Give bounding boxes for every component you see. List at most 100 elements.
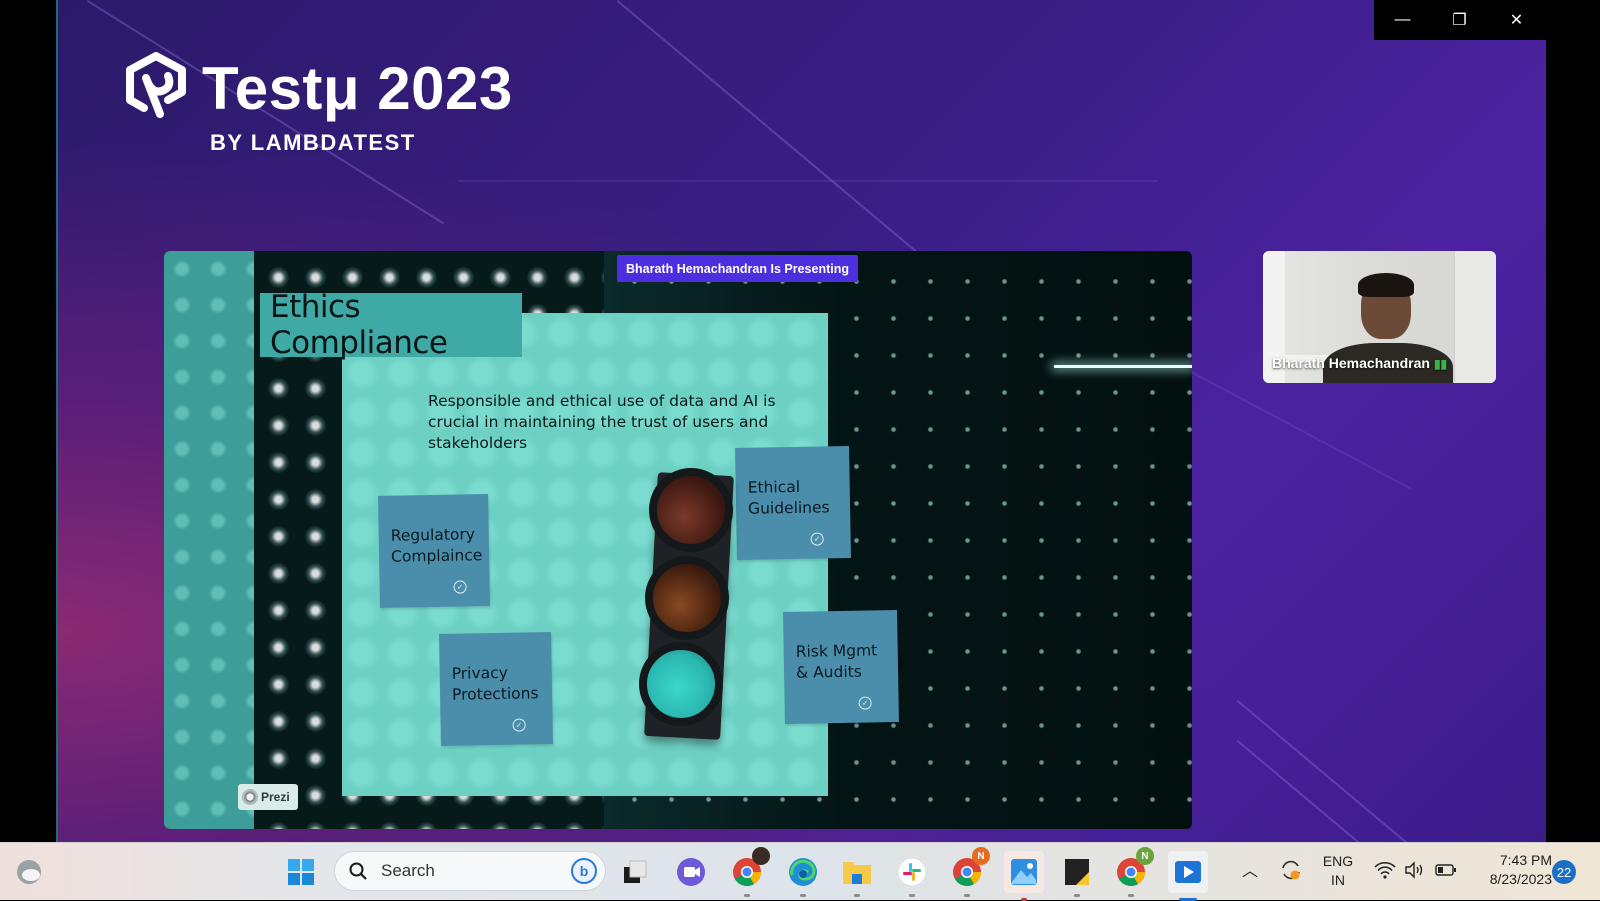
note-label: Ethical Guidelines	[747, 477, 830, 518]
sync-tray-button[interactable]	[1278, 857, 1304, 883]
taskbar-app-slack[interactable]	[895, 855, 929, 897]
taskbar-app-chrome-3[interactable]: N	[1114, 847, 1154, 897]
prezi-label: Prezi	[261, 790, 290, 804]
slide-subtitle: Responsible and ethical use of data and …	[428, 392, 776, 452]
slide-title: Ethics Compliance	[270, 289, 448, 361]
taskbar-app-chrome-1[interactable]	[730, 847, 770, 897]
restore-button[interactable]: ❐	[1431, 0, 1488, 40]
language-indicator[interactable]: ENG IN	[1318, 852, 1358, 890]
show-hidden-icons-button[interactable]: ︿	[1240, 859, 1260, 880]
taskbar-app-media-player[interactable]	[1168, 851, 1208, 901]
note-regulatory-compliance[interactable]: Regulatory Complaince ✓	[378, 494, 490, 608]
start-button[interactable]	[284, 855, 318, 889]
taskbar-app-meet[interactable]	[674, 855, 708, 889]
weather-widget[interactable]	[12, 855, 46, 889]
volume-button[interactable]	[1404, 859, 1426, 881]
running-indicator	[800, 894, 806, 897]
prezi-watermark[interactable]: Prezi	[238, 784, 298, 810]
language-secondary: IN	[1331, 872, 1345, 888]
volume-icon	[1405, 861, 1423, 879]
event-subtitle: BY LAMBDATEST	[210, 130, 416, 155]
traffic-lamp-green	[639, 642, 723, 726]
check-circle-icon: ✓	[453, 580, 467, 594]
participant-name-label: Bharath Hemachandran ▮▮	[1272, 355, 1447, 371]
photos-icon	[1011, 859, 1037, 885]
edge-icon	[789, 858, 817, 886]
meet-icon	[677, 858, 705, 886]
note-privacy-protections[interactable]: Privacy Protections ✓	[439, 632, 553, 746]
search-icon	[349, 862, 367, 880]
task-view-button[interactable]	[618, 855, 652, 889]
close-icon: ✕	[1509, 12, 1524, 29]
running-indicator	[964, 894, 970, 897]
event-title: Testμ 2023	[202, 55, 513, 122]
profile-avatar-badge	[752, 847, 770, 865]
background-decoration-line	[458, 180, 1158, 182]
mic-on-icon: ▮▮	[1433, 357, 1448, 371]
search-placeholder: Search	[381, 861, 435, 880]
background-decoration-line	[1236, 740, 1392, 842]
close-button[interactable]: ✕	[1488, 0, 1545, 40]
background-decoration-line	[1236, 700, 1438, 842]
taskbar-app-edge[interactable]	[786, 855, 820, 897]
taskbar-app-file-explorer[interactable]	[840, 855, 874, 897]
task-view-icon	[624, 860, 647, 883]
restore-icon: ❐	[1452, 12, 1467, 29]
notification-count-badge[interactable]: 22	[1552, 860, 1576, 884]
traffic-lamp-red	[649, 468, 733, 552]
event-window: Testμ 2023 BY LAMBDATEST Ethics Complian…	[56, 0, 1546, 842]
wifi-icon	[1374, 862, 1396, 879]
taskbar: Search b N N ︿ ENG IN 7:43 PM 8/23/2023 …	[0, 842, 1600, 901]
check-circle-icon: ✓	[858, 696, 872, 710]
language-primary: ENG	[1322, 853, 1354, 869]
taskbar-app-photos[interactable]	[1004, 851, 1044, 901]
taskbar-clock[interactable]: 7:43 PM 8/23/2023	[1472, 851, 1552, 889]
desktop-screen: Testμ 2023 BY LAMBDATEST Ethics Complian…	[0, 0, 1600, 901]
bing-icon[interactable]: b	[571, 858, 597, 884]
battery-button[interactable]	[1434, 859, 1458, 881]
note-risk-mgmt-audits[interactable]: Risk Mgmt & Audits ✓	[783, 610, 899, 724]
taskbar-app-chrome-2[interactable]: N	[950, 847, 990, 897]
note-label: Risk Mgmt & Audits	[795, 641, 878, 682]
testmu-logo-icon	[126, 52, 186, 118]
running-indicator	[1074, 894, 1080, 897]
battery-icon	[1435, 864, 1456, 876]
traffic-light-graphic	[639, 466, 759, 744]
participant-hair	[1358, 273, 1414, 297]
video-background-wall	[1454, 251, 1496, 383]
stage-left-panel	[164, 251, 254, 829]
glow-line-decoration	[1054, 365, 1192, 368]
note-label: Regulatory Complaince	[390, 525, 483, 566]
check-circle-icon: ✓	[810, 532, 824, 546]
media-player-icon	[1175, 861, 1201, 883]
chevron-up-icon: ︿	[1241, 863, 1258, 880]
presentation-stage[interactable]: Ethics Compliance Responsible and ethica…	[164, 251, 1192, 829]
taskbar-app-sticky-notes[interactable]	[1060, 855, 1094, 897]
slack-icon	[897, 857, 927, 887]
profile-badge: N	[1136, 847, 1154, 865]
folder-icon	[843, 862, 871, 884]
running-indicator	[854, 894, 860, 897]
minimize-button[interactable]: —	[1374, 0, 1431, 40]
running-indicator	[909, 894, 915, 897]
window-controls: — ❐ ✕	[1374, 0, 1546, 40]
clock-time: 7:43 PM	[1499, 852, 1552, 868]
participant-name: Bharath Hemachandran	[1272, 355, 1430, 371]
taskbar-search[interactable]: Search b	[334, 851, 606, 891]
note-label: Privacy Protections	[451, 663, 539, 704]
weather-icon	[17, 860, 41, 884]
check-circle-icon: ✓	[512, 718, 526, 732]
prezi-icon	[242, 789, 258, 805]
presenting-badge: Bharath Hemachandran Is Presenting	[617, 255, 858, 282]
event-logo: Testμ 2023 BY LAMBDATEST	[124, 52, 513, 155]
profile-badge: N	[972, 847, 990, 865]
clock-date: 8/23/2023	[1489, 871, 1552, 887]
minimize-icon: —	[1394, 11, 1411, 28]
traffic-lamp-amber	[645, 556, 729, 640]
windows-start-icon	[288, 859, 314, 885]
sticky-notes-icon	[1065, 859, 1089, 885]
network-button[interactable]	[1374, 859, 1396, 881]
running-indicator	[1128, 894, 1134, 897]
slide-title-box: Ethics Compliance	[260, 289, 522, 361]
participant-video-tile[interactable]: Bharath Hemachandran ▮▮	[1263, 251, 1496, 383]
